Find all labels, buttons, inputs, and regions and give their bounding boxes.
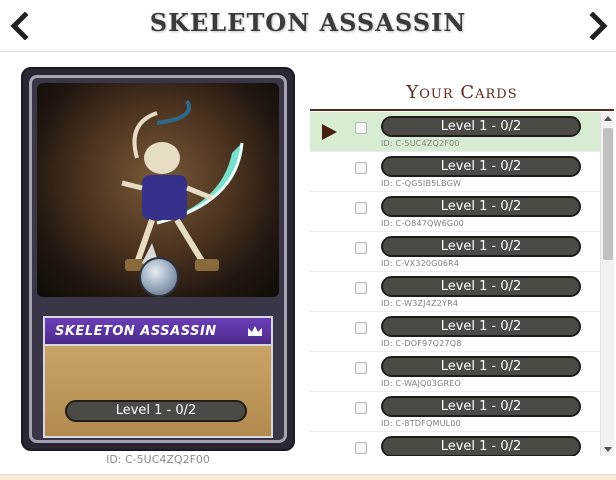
row-checkbox[interactable] <box>355 202 367 214</box>
card-row[interactable]: Level 1 - 0/2 ID: C-VX320G06R4 <box>310 232 600 272</box>
row-checkbox[interactable] <box>355 282 367 294</box>
card-detail-page: SKELETON ASSASSIN SKELETON ASSASSIN Leve… <box>0 0 616 480</box>
row-id: ID: C-8TDFQMUL00 <box>381 419 461 428</box>
crown-icon <box>248 326 262 336</box>
title-divider <box>310 109 614 111</box>
row-level: Level 1 - 0/2 <box>381 236 581 257</box>
row-id: ID: C-VX320G06R4 <box>381 259 460 268</box>
row-id: ID: C-QG5IB5LBGW <box>381 179 462 188</box>
card-row[interactable]: Level 1 - 0/2 ID: C-QG5IB5LBGW <box>310 152 600 192</box>
row-id: ID: C-5UC4ZQ2F00 <box>381 139 460 148</box>
chevron-right-icon <box>589 11 608 41</box>
card-row[interactable]: Level 1 - 0/2 <box>310 432 600 456</box>
card-row[interactable]: Level 1 - 0/2 ID: C-8TDFQMUL00 <box>310 392 600 432</box>
card-id: ID: C-5UC4ZQ2F00 <box>106 453 210 466</box>
card-nameplate: SKELETON ASSASSIN <box>43 316 273 346</box>
row-level: Level 1 - 0/2 <box>381 116 581 137</box>
row-level: Level 1 - 0/2 <box>381 436 581 456</box>
row-level: Level 1 - 0/2 <box>381 196 581 217</box>
card-level-badge: Level 1 - 0/2 <box>65 400 247 422</box>
scroll-down-arrow-icon[interactable] <box>601 442 615 456</box>
card-row[interactable]: Level 1 - 0/2 ID: C-5UC4ZQ2F00 <box>310 112 600 152</box>
row-level: Level 1 - 0/2 <box>381 316 581 337</box>
play-icon <box>322 124 337 140</box>
row-checkbox[interactable] <box>355 122 367 134</box>
page-title: SKELETON ASSASSIN <box>149 8 467 37</box>
row-level: Level 1 - 0/2 <box>381 276 581 297</box>
card-name: SKELETON ASSASSIN <box>55 323 217 339</box>
row-checkbox[interactable] <box>355 362 367 374</box>
row-checkbox[interactable] <box>355 322 367 334</box>
row-checkbox[interactable] <box>355 402 367 414</box>
next-card-button[interactable] <box>588 11 610 41</box>
your-cards-title: Your Cards <box>406 82 518 103</box>
row-level: Level 1 - 0/2 <box>381 396 581 417</box>
row-id: ID: C-O847QW6G00 <box>381 219 464 228</box>
row-checkbox[interactable] <box>355 162 367 174</box>
row-id: ID: C-DOF97Q27Q8 <box>381 339 462 348</box>
card-text-box <box>43 346 273 438</box>
footer-bar <box>0 474 616 480</box>
header: SKELETON ASSASSIN <box>0 0 616 52</box>
row-checkbox[interactable] <box>355 442 367 454</box>
scroll-thumb[interactable] <box>603 128 613 260</box>
card-image: SKELETON ASSASSIN Level 1 - 0/2 <box>21 67 295 451</box>
card-row[interactable]: Level 1 - 0/2 ID: C-O847QW6G00 <box>310 192 600 232</box>
card-row[interactable]: Level 1 - 0/2 ID: C-DOF97Q27Q8 <box>310 312 600 352</box>
mana-orb-icon <box>139 257 179 297</box>
row-level: Level 1 - 0/2 <box>381 356 581 377</box>
row-checkbox[interactable] <box>355 242 367 254</box>
card-row[interactable]: Level 1 - 0/2 ID: C-W3ZJ4Z2YR4 <box>310 272 600 312</box>
row-id: ID: C-WAJQ03GREO <box>381 379 461 388</box>
row-id: ID: C-W3ZJ4Z2YR4 <box>381 299 459 308</box>
scroll-up-arrow-icon[interactable] <box>601 112 615 126</box>
row-level: Level 1 - 0/2 <box>381 156 581 177</box>
card-list[interactable]: Level 1 - 0/2 ID: C-5UC4ZQ2F00 Level 1 -… <box>310 112 600 456</box>
card-list-scrollbar[interactable] <box>600 112 614 456</box>
card-row[interactable]: Level 1 - 0/2 ID: C-WAJQ03GREO <box>310 352 600 392</box>
